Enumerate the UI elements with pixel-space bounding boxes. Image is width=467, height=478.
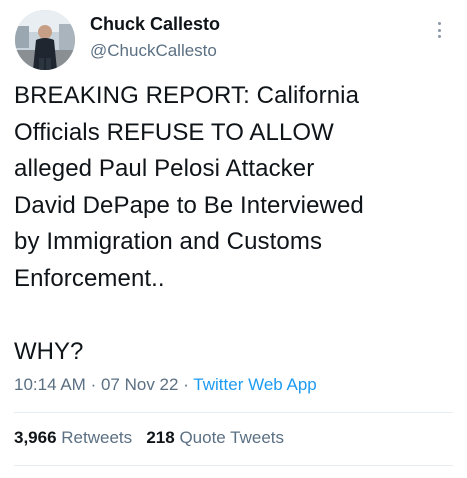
author-name[interactable]: Chuck Callesto xyxy=(90,14,220,35)
tweet-stats: 3,966 Retweets 218 Quote Tweets xyxy=(14,428,284,448)
quotes-label: Quote Tweets xyxy=(179,428,285,447)
retweets-label: Retweets xyxy=(61,428,133,447)
tweet-text: BREAKING REPORT: California Officials RE… xyxy=(14,82,364,292)
retweets-stat[interactable]: 3,966 Retweets xyxy=(14,428,132,447)
tweet-question: WHY? xyxy=(14,338,84,365)
divider xyxy=(14,412,453,413)
meta-separator: · xyxy=(183,375,189,394)
divider xyxy=(14,465,453,466)
tweet-time[interactable]: 10:14 AM xyxy=(14,375,86,394)
avatar-photo xyxy=(15,10,75,70)
retweets-count: 3,966 xyxy=(14,428,57,447)
quote-tweets-stat[interactable]: 218 Quote Tweets xyxy=(146,428,284,447)
meta-separator: · xyxy=(90,375,97,394)
more-options-icon[interactable] xyxy=(434,18,444,42)
avatar[interactable] xyxy=(15,10,75,70)
quotes-count: 218 xyxy=(146,428,175,447)
author-handle[interactable]: @ChuckCallesto xyxy=(90,41,217,61)
tweet-date[interactable]: 07 Nov 22 xyxy=(101,375,179,394)
tweet-card: Chuck Callesto @ChuckCallesto BREAKING R… xyxy=(0,0,467,478)
tweet-source-link[interactable]: Twitter Web App xyxy=(193,375,316,394)
tweet-metadata: 10:14 AM · 07 Nov 22 · Twitter Web App xyxy=(14,375,317,395)
